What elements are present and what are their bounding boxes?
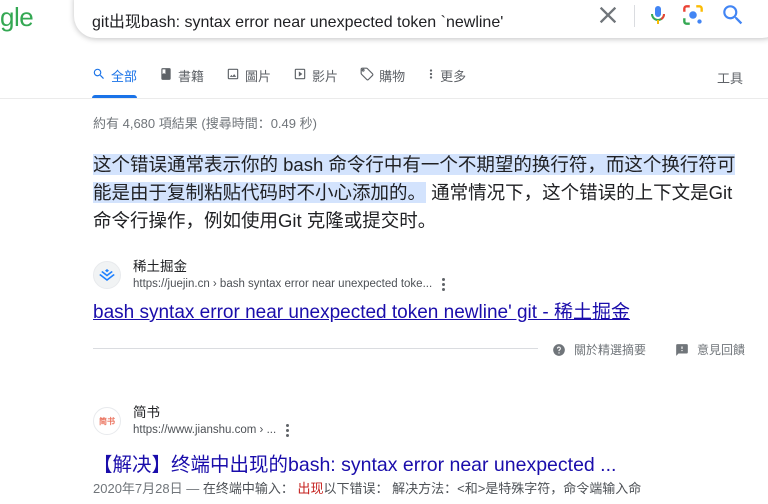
featured-source[interactable]: 稀土掘金 https://juejin.cn › bash syntax err… <box>93 258 446 292</box>
tab-videos[interactable]: 影片 <box>293 66 338 98</box>
result-date: 2020年7月28日 — <box>93 481 200 496</box>
snippet-divider <box>93 348 538 349</box>
search-box[interactable]: git出现bash: syntax error near unexpected … <box>74 0 768 38</box>
tab-images[interactable]: 圖片 <box>226 66 271 98</box>
source-name: 稀土掘金 <box>133 259 187 274</box>
result-stats: 約有 4,680 項結果 (搜尋時間：0.49 秒) <box>93 116 317 131</box>
desc-text-b: 以下错误： 解决方法：<和>是特殊字符，命令端输入命 <box>323 481 642 496</box>
source-meta: 简书 https://www.jianshu.com › ... <box>133 404 290 438</box>
more-options-icon[interactable] <box>442 277 446 291</box>
image-icon <box>227 68 239 80</box>
jianshu-logo: 简书 <box>99 416 115 426</box>
search-icon[interactable] <box>720 2 746 28</box>
search-tabs: 全部 書籍 圖片 影片 購物 更多 <box>92 66 488 98</box>
more-vert-icon <box>429 69 433 79</box>
source-meta: 稀土掘金 https://juejin.cn › bash syntax err… <box>133 258 446 292</box>
tab-label: 更多 <box>440 69 467 84</box>
tab-all[interactable]: 全部 <box>92 66 138 98</box>
result-description: 2020年7月28日 — 在终端中输入： 出现以下错误： 解决方法：<和>是特殊… <box>93 478 641 497</box>
video-icon <box>294 68 306 80</box>
tools-button[interactable]: 工具 <box>717 68 743 87</box>
featured-snippet: 这个错误通常表示你的 bash 命令行中有一个不期望的换行符，而这个换行符可能是… <box>93 151 753 235</box>
desc-text-a: 在终端中输入： <box>199 481 298 496</box>
tab-books[interactable]: 書籍 <box>159 66 204 98</box>
tab-shopping[interactable]: 購物 <box>360 66 405 98</box>
tab-label: 書籍 <box>178 69 205 84</box>
camera-lens-icon[interactable] <box>680 2 706 28</box>
source-url: https://juejin.cn › bash syntax error ne… <box>133 276 446 292</box>
featured-result-link[interactable]: bash syntax error near unexpected token … <box>93 297 630 324</box>
result-title-link[interactable]: 【解决】终端中出现的bash: syntax error near unexpe… <box>93 448 616 477</box>
source-url: https://www.jianshu.com › ... <box>133 422 290 438</box>
clear-icon[interactable] <box>594 1 622 29</box>
search-divider <box>634 5 635 27</box>
tab-label: 購物 <box>379 69 406 84</box>
search-icon <box>93 68 104 79</box>
book-icon <box>161 68 171 80</box>
tag-icon <box>360 67 374 81</box>
feedback-icon <box>676 343 688 356</box>
google-logo[interactable]: gle <box>0 2 34 33</box>
source-name: 简书 <box>133 405 160 420</box>
microphone-icon[interactable] <box>646 2 670 28</box>
tabs-divider <box>0 98 768 99</box>
juejin-favicon <box>93 261 121 289</box>
more-options-icon[interactable] <box>286 423 290 437</box>
feedback-label: 意見回饋 <box>697 343 746 357</box>
tab-more[interactable]: 更多 <box>427 66 466 98</box>
jianshu-favicon: 简书 <box>93 407 121 435</box>
source-url-text: https://juejin.cn › bash syntax error ne… <box>133 278 433 290</box>
about-label: 關於精選摘要 <box>574 343 647 357</box>
tab-label: 全部 <box>111 69 138 84</box>
result-source[interactable]: 简书 简书 https://www.jianshu.com › ... <box>93 404 290 438</box>
help-icon <box>553 343 565 356</box>
tab-label: 影片 <box>312 69 339 84</box>
juejin-logo-icon <box>99 269 115 281</box>
tab-label: 圖片 <box>245 69 272 84</box>
source-url-text: https://www.jianshu.com › ... <box>133 424 277 436</box>
desc-emphasis: 出现 <box>297 481 324 496</box>
feedback-button[interactable]: 意見回饋 <box>675 341 745 358</box>
search-input[interactable]: git出现bash: syntax error near unexpected … <box>92 8 503 32</box>
about-featured-snippets[interactable]: 關於精選摘要 <box>552 341 646 358</box>
